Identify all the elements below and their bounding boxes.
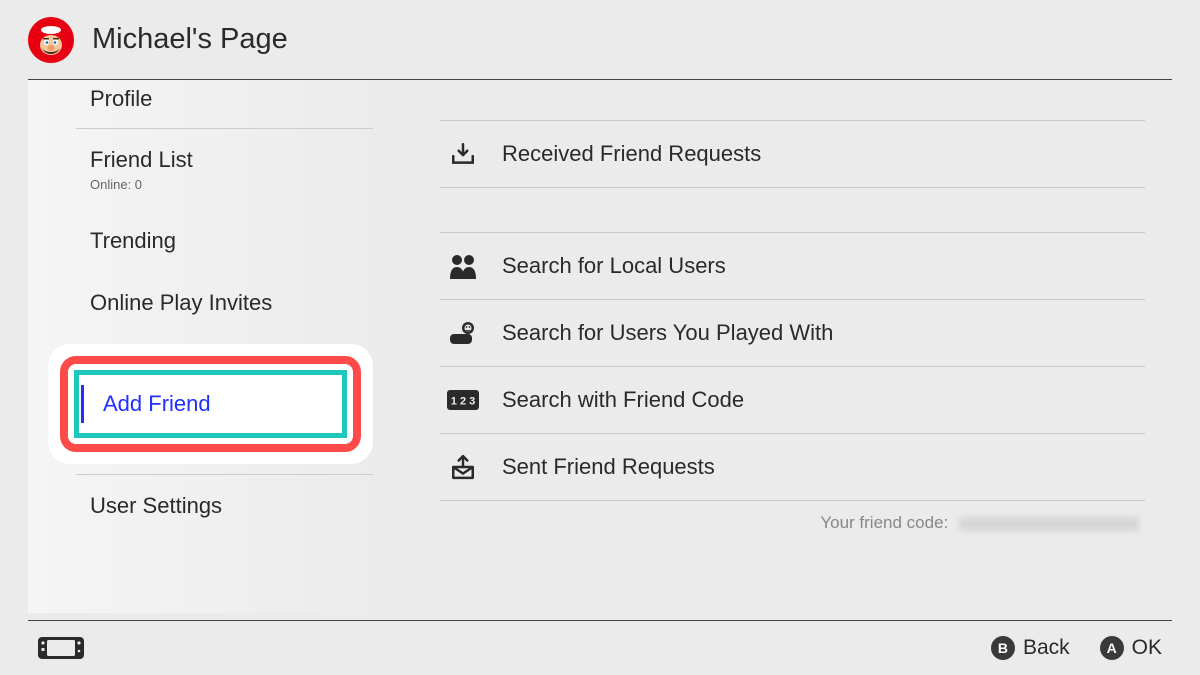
sidebar-item-label: Add Friend xyxy=(93,391,211,416)
inbox-download-icon xyxy=(446,141,480,167)
sidebar-item-label: Profile xyxy=(90,86,152,111)
sidebar-item-friend-list[interactable]: Friend List Online: 0 xyxy=(28,129,383,210)
ok-button[interactable]: A OK xyxy=(1100,636,1162,660)
sidebar-item-online-play-invites[interactable]: Online Play Invites xyxy=(28,272,383,334)
b-button-icon: B xyxy=(991,636,1015,660)
sidebar: Profile Friend List Online: 0 Trending O… xyxy=(28,80,383,613)
sidebar-item-label: Online Play Invites xyxy=(90,290,272,315)
row-label: Sent Friend Requests xyxy=(502,454,715,480)
annotation-highlight-border: Add Friend xyxy=(60,356,361,452)
mario-avatar-icon xyxy=(31,20,71,60)
friend-code-label: Your friend code: xyxy=(820,513,948,532)
row-label: Received Friend Requests xyxy=(502,141,761,167)
sidebar-item-add-friend[interactable]: Add Friend xyxy=(74,370,347,438)
sidebar-item-label: Trending xyxy=(90,228,176,253)
your-friend-code: Your friend code: xyxy=(440,513,1145,533)
main-panel: Received Friend Requests Search for Loca… xyxy=(440,120,1145,613)
row-search-friend-code[interactable]: 1 2 3 Search with Friend Code xyxy=(440,367,1145,434)
back-label: Back xyxy=(1023,636,1070,660)
section-spacer xyxy=(440,188,1145,232)
a-button-icon: A xyxy=(1100,636,1124,660)
console-icon[interactable] xyxy=(38,637,84,659)
two-users-icon xyxy=(446,253,480,279)
row-search-local-users[interactable]: Search for Local Users xyxy=(440,232,1145,300)
numbers-123-icon: 1 2 3 xyxy=(446,390,480,410)
user-avatar[interactable] xyxy=(28,17,74,63)
row-sent-friend-requests[interactable]: Sent Friend Requests xyxy=(440,434,1145,501)
row-received-friend-requests[interactable]: Received Friend Requests xyxy=(440,120,1145,188)
row-label: Search for Local Users xyxy=(502,253,726,279)
row-label: Search for Users You Played With xyxy=(502,320,833,346)
header: Michael's Page xyxy=(28,0,1172,80)
outbox-upload-icon xyxy=(446,454,480,480)
page-title: Michael's Page xyxy=(92,23,288,56)
row-search-users-played-with[interactable]: Search for Users You Played With xyxy=(440,300,1145,367)
footer: B Back A OK xyxy=(28,620,1172,675)
sidebar-item-trending[interactable]: Trending xyxy=(28,210,383,272)
sidebar-item-label: Friend List xyxy=(90,147,193,172)
back-button[interactable]: B Back xyxy=(991,636,1070,660)
ok-label: OK xyxy=(1132,636,1162,660)
row-label: Search with Friend Code xyxy=(502,387,744,413)
sidebar-item-user-settings[interactable]: User Settings xyxy=(76,474,373,537)
sidebar-item-sublabel: Online: 0 xyxy=(90,177,383,192)
footer-buttons: B Back A OK xyxy=(991,636,1162,660)
svg-text:1 2 3: 1 2 3 xyxy=(451,396,475,408)
sidebar-item-profile[interactable]: Profile xyxy=(76,80,373,129)
controller-user-icon xyxy=(446,320,480,346)
friend-code-value-redacted xyxy=(959,517,1139,531)
annotation-highlight: Add Friend xyxy=(48,344,373,464)
sidebar-item-label: User Settings xyxy=(90,493,222,518)
